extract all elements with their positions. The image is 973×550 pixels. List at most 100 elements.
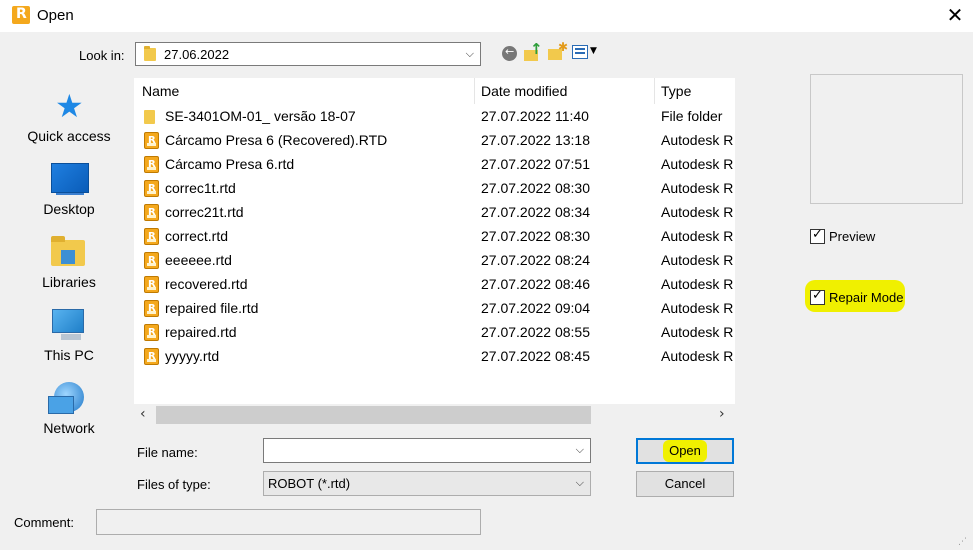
file-date: 27.07.2022 08:30: [481, 180, 590, 196]
place-this-pc[interactable]: This PC: [14, 309, 124, 369]
file-row[interactable]: correct.rtd 27.07.2022 08:30 Autodesk R: [134, 224, 735, 249]
preview-checkbox[interactable]: ✓: [810, 227, 825, 244]
file-name: eeeeee.rtd: [165, 252, 232, 268]
rtd-file-icon: [144, 297, 159, 321]
file-date: 27.07.2022 08:45: [481, 348, 590, 364]
file-type: Autodesk R: [661, 348, 734, 364]
rtd-file-icon: [144, 321, 159, 345]
file-type: Autodesk R: [661, 156, 734, 172]
window-title: Open: [37, 7, 74, 24]
place-label: Libraries: [42, 274, 96, 290]
file-row[interactable]: Cárcamo Presa 6.rtd 27.07.2022 07:51 Aut…: [134, 152, 735, 177]
place-network[interactable]: Network: [14, 382, 124, 442]
rtd-file-icon: [144, 153, 159, 177]
chevron-down-icon[interactable]: ⌵: [576, 443, 584, 457]
place-label: Network: [43, 420, 95, 436]
file-type: Autodesk R: [661, 180, 734, 196]
column-header-type[interactable]: Type: [661, 78, 691, 104]
view-menu-icon[interactable]: [572, 45, 588, 59]
file-type: Autodesk R: [661, 324, 734, 340]
file-row[interactable]: yyyyy.rtd 27.07.2022 08:45 Autodesk R: [134, 344, 735, 369]
file-name: correct.rtd: [165, 228, 229, 244]
scrollbar-thumb[interactable]: [156, 406, 591, 424]
file-row[interactable]: eeeeee.rtd 27.07.2022 08:24 Autodesk R: [134, 248, 735, 273]
open-button[interactable]: Open: [636, 438, 734, 464]
file-name: SE-3401OM-01_ versão 18-07: [165, 108, 356, 124]
desktop-icon: [51, 163, 89, 195]
file-row[interactable]: Cárcamo Presa 6 (Recovered).RTD 27.07.20…: [134, 128, 735, 153]
place-label: This PC: [44, 347, 94, 363]
file-row[interactable]: correc1t.rtd 27.07.2022 08:30 Autodesk R: [134, 176, 735, 201]
look-in-label: Look in:: [79, 48, 125, 63]
look-in-dropdown[interactable]: 27.06.2022 ⌵: [135, 42, 481, 66]
file-row[interactable]: repaired file.rtd 27.07.2022 09:04 Autod…: [134, 296, 735, 321]
up-folder-icon[interactable]: ↑: [524, 40, 543, 62]
place-label: Quick access: [27, 128, 111, 144]
file-name: Cárcamo Presa 6 (Recovered).RTD: [165, 132, 388, 148]
cancel-button[interactable]: Cancel: [636, 471, 734, 497]
robot-app-icon: R: [12, 6, 30, 24]
file-name: recovered.rtd: [165, 276, 248, 292]
file-type: Autodesk R: [661, 300, 734, 316]
scroll-right-icon[interactable]: ›: [719, 406, 725, 422]
look-in-value: 27.06.2022: [164, 47, 230, 62]
file-date: 27.07.2022 08:34: [481, 204, 590, 220]
file-type: Autodesk R: [661, 252, 734, 268]
file-row[interactable]: correc21t.rtd 27.07.2022 08:34 Autodesk …: [134, 200, 735, 225]
place-desktop[interactable]: Desktop: [14, 163, 124, 223]
title-bar: [0, 0, 973, 32]
file-date: 27.07.2022 08:24: [481, 252, 590, 268]
files-of-type-select[interactable]: ROBOT (*.rtd) ⌵: [263, 471, 591, 496]
rtd-file-icon: [144, 177, 159, 201]
column-header-date-modified[interactable]: Date modified: [481, 78, 567, 104]
column-separator[interactable]: [474, 78, 475, 104]
file-row[interactable]: recovered.rtd 27.07.2022 08:46 Autodesk …: [134, 272, 735, 297]
file-row[interactable]: SE-3401OM-01_ versão 18-07 27.07.2022 11…: [134, 104, 735, 128]
chevron-down-icon: ⌵: [465, 47, 474, 60]
column-header-name[interactable]: Name: [142, 78, 179, 104]
file-name: correc1t.rtd: [165, 180, 236, 196]
back-icon[interactable]: ←: [502, 45, 517, 61]
file-date: 27.07.2022 08:46: [481, 276, 590, 292]
rtd-file-icon: [144, 345, 159, 369]
horizontal-scrollbar[interactable]: ‹ ›: [134, 404, 735, 426]
file-name-input[interactable]: ⌵: [263, 438, 591, 463]
resize-grip-icon[interactable]: ⋰: [958, 537, 970, 549]
new-folder-icon[interactable]: ✱: [548, 40, 568, 62]
files-of-type-label: Files of type:: [137, 477, 211, 492]
this-pc-icon: [52, 309, 84, 340]
preview-label: Preview: [829, 229, 876, 244]
rtd-file-icon: [144, 273, 159, 297]
quick-access-icon: ★: [55, 87, 84, 125]
check-icon: ✓: [812, 227, 823, 242]
file-type: Autodesk R: [661, 276, 734, 292]
file-name-label: File name:: [137, 445, 198, 460]
rtd-file-icon: [144, 249, 159, 273]
file-date: 27.07.2022 09:04: [481, 300, 590, 316]
close-icon[interactable]: ✕: [942, 2, 968, 28]
column-separator[interactable]: [654, 78, 655, 104]
file-type: Autodesk R: [661, 204, 734, 220]
repair-mode-label: Repair Mode: [829, 290, 904, 305]
repair-mode-checkbox[interactable]: ✓: [810, 288, 825, 305]
chevron-down-icon: ⌵: [575, 476, 584, 489]
comment-field: [96, 509, 481, 535]
scroll-left-icon[interactable]: ‹: [140, 406, 146, 422]
file-type: Autodesk R: [661, 228, 734, 244]
file-row[interactable]: repaired.rtd 27.07.2022 08:55 Autodesk R: [134, 320, 735, 345]
file-type: File folder: [661, 108, 723, 124]
file-list[interactable]: ⌃ Name Date modified Type SE-3401OM-01_ …: [134, 78, 735, 407]
preview-pane: [810, 74, 963, 204]
rtd-file-icon: [144, 129, 159, 153]
file-name: Cárcamo Presa 6.rtd: [165, 156, 295, 172]
place-libraries[interactable]: Libraries: [14, 236, 124, 296]
files-of-type-value: ROBOT (*.rtd): [268, 476, 351, 491]
check-icon: ✓: [812, 288, 823, 303]
file-name: repaired.rtd: [165, 324, 237, 340]
network-icon: [48, 382, 84, 414]
file-date: 27.07.2022 08:55: [481, 324, 590, 340]
view-menu-arrow-icon[interactable]: ▼: [590, 46, 597, 56]
file-date: 27.07.2022 08:30: [481, 228, 590, 244]
folder-icon: [144, 46, 156, 61]
place-quick-access[interactable]: ★ Quick access: [14, 90, 124, 150]
